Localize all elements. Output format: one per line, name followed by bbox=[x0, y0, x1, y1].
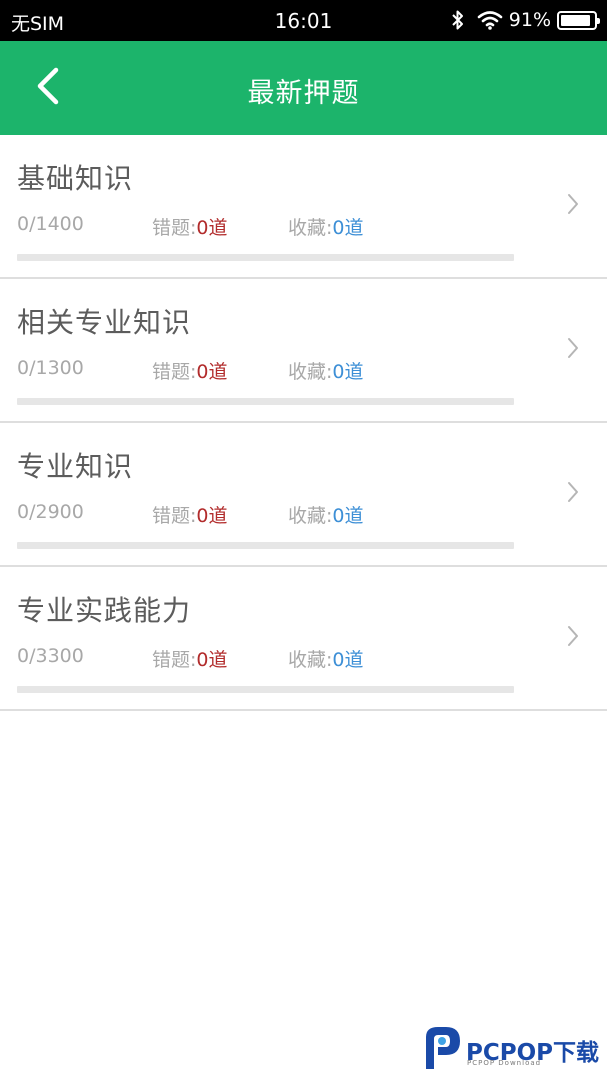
watermark-subtitle: PCPOP Download bbox=[467, 1059, 542, 1067]
wrong-count: 错题:0道 bbox=[152, 645, 228, 672]
favorite-count: 收藏:0道 bbox=[288, 357, 364, 384]
battery-icon bbox=[557, 10, 600, 30]
wrong-value: 0道 bbox=[196, 649, 228, 671]
category-list-item[interactable]: 专业实践能力 0/3300 错题:0道 收藏:0道 bbox=[0, 567, 607, 711]
category-title: 专业实践能力 bbox=[17, 594, 192, 627]
wrong-count: 错题:0道 bbox=[152, 357, 228, 384]
wrong-label: 错题: bbox=[152, 505, 197, 527]
chevron-right-icon bbox=[567, 481, 579, 507]
category-list: 基础知识 0/1400 错题:0道 收藏:0道 相关专业知识 0/1300 错题… bbox=[0, 135, 607, 711]
progress-bar bbox=[17, 398, 514, 405]
wrong-label: 错题: bbox=[152, 217, 197, 239]
favorite-value: 0道 bbox=[332, 505, 364, 527]
progress-count: 0/1300 bbox=[17, 357, 84, 379]
wrong-count: 错题:0道 bbox=[152, 213, 228, 240]
favorite-count: 收藏:0道 bbox=[288, 213, 364, 240]
battery-cap bbox=[597, 17, 600, 24]
favorite-value: 0道 bbox=[332, 217, 364, 239]
progress-count: 0/3300 bbox=[17, 645, 84, 667]
chevron-right-icon bbox=[567, 193, 579, 219]
progress-count: 0/2900 bbox=[17, 501, 84, 523]
wrong-label: 错题: bbox=[152, 649, 197, 671]
favorite-count: 收藏:0道 bbox=[288, 645, 364, 672]
favorite-label: 收藏: bbox=[288, 361, 333, 383]
category-list-item[interactable]: 专业知识 0/2900 错题:0道 收藏:0道 bbox=[0, 423, 607, 567]
favorite-label: 收藏: bbox=[288, 505, 333, 527]
category-title: 基础知识 bbox=[17, 162, 134, 195]
favorite-value: 0道 bbox=[332, 361, 364, 383]
category-list-item[interactable]: 相关专业知识 0/1300 错题:0道 收藏:0道 bbox=[0, 279, 607, 423]
favorite-value: 0道 bbox=[332, 649, 364, 671]
watermark-logo: PCPOP下载 PCPOP Download bbox=[420, 1025, 605, 1075]
category-title: 专业知识 bbox=[17, 450, 134, 483]
wrong-value: 0道 bbox=[196, 505, 228, 527]
status-indicators: 91% bbox=[451, 6, 600, 34]
page-title: 最新押题 bbox=[247, 78, 360, 109]
wrong-value: 0道 bbox=[196, 361, 228, 383]
favorite-count: 收藏:0道 bbox=[288, 501, 364, 528]
nav-bar: 最新押题 bbox=[0, 41, 607, 135]
wrong-label: 错题: bbox=[152, 361, 197, 383]
chevron-right-icon bbox=[567, 625, 579, 651]
wifi-icon bbox=[477, 10, 503, 30]
favorite-label: 收藏: bbox=[288, 649, 333, 671]
battery-level bbox=[561, 14, 591, 26]
favorite-label: 收藏: bbox=[288, 217, 333, 239]
progress-bar bbox=[17, 542, 514, 549]
battery-percent: 91% bbox=[508, 9, 551, 31]
status-bar: 无SIM 16:01 91% bbox=[0, 0, 607, 41]
category-list-item[interactable]: 基础知识 0/1400 错题:0道 收藏:0道 bbox=[0, 135, 607, 279]
category-title: 相关专业知识 bbox=[17, 306, 192, 339]
progress-bar bbox=[17, 254, 514, 261]
wrong-value: 0道 bbox=[196, 217, 228, 239]
progress-count: 0/1400 bbox=[17, 213, 84, 235]
wrong-count: 错题:0道 bbox=[152, 501, 228, 528]
bluetooth-icon bbox=[451, 9, 465, 31]
progress-bar bbox=[17, 686, 514, 693]
chevron-right-icon bbox=[567, 337, 579, 363]
pcpop-logo-icon bbox=[426, 1027, 460, 1069]
